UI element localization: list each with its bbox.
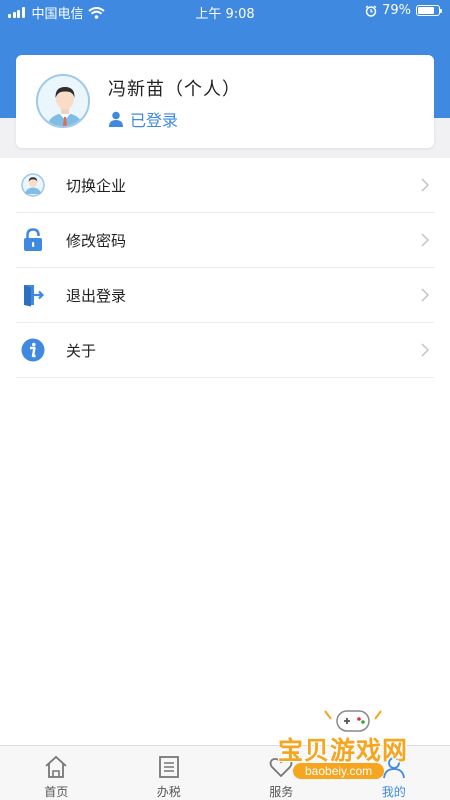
menu-item-switch-company[interactable]: 切换企业 — [16, 158, 434, 213]
status-right: 79% — [365, 3, 442, 18]
chevron-right-icon — [421, 288, 430, 302]
user-icon — [109, 111, 123, 127]
info-icon — [20, 337, 46, 363]
lock-icon — [20, 227, 46, 253]
user-name: 冯新苗（个人） — [108, 79, 241, 100]
menu-label: 修改密码 — [66, 231, 127, 250]
menu-label: 切换企业 — [66, 176, 127, 195]
chevron-right-icon — [421, 343, 430, 357]
battery-percent: 79% — [382, 3, 411, 18]
menu-label: 退出登录 — [66, 286, 127, 305]
tab-mine[interactable]: 我的 — [338, 746, 450, 800]
chevron-right-icon — [421, 233, 430, 247]
tab-label: 我的 — [381, 785, 406, 799]
menu-item-logout[interactable]: 退出登录 — [16, 268, 434, 323]
login-status-label: 已登录 — [130, 111, 179, 130]
battery-fill — [418, 7, 434, 14]
list-icon — [158, 756, 179, 778]
tab-label: 首页 — [44, 785, 69, 799]
tab-service[interactable]: 服务 — [225, 746, 338, 800]
tab-label: 服务 — [269, 785, 294, 799]
menu-item-about[interactable]: 关于 — [16, 323, 434, 378]
tab-tax[interactable]: 办税 — [113, 746, 226, 800]
tab-label: 办税 — [156, 785, 181, 799]
status-bar: 中国电信 上午 9:08 79% — [0, 0, 450, 22]
logout-door-icon — [20, 282, 46, 308]
home-icon — [45, 755, 67, 778]
person-avatar-icon — [38, 76, 88, 126]
user-avatar-icon — [20, 172, 46, 198]
alarm-icon — [365, 4, 377, 17]
tab-home[interactable]: 首页 — [0, 746, 113, 800]
login-status: 已登录 — [108, 107, 178, 131]
bottom-tab-bar: 首页 办税 服务 我的 — [0, 745, 450, 800]
heart-icon — [269, 757, 293, 778]
menu-label: 关于 — [66, 341, 97, 360]
profile-icon — [382, 757, 405, 779]
menu-item-change-password[interactable]: 修改密码 — [16, 213, 434, 268]
chevron-right-icon — [421, 178, 430, 192]
battery-icon — [416, 5, 442, 16]
profile-card[interactable]: 冯新苗（个人） 已登录 — [16, 55, 434, 148]
settings-menu: 切换企业 修改密码 退出登录 关于 — [16, 158, 434, 378]
gamepad-icon — [324, 710, 382, 732]
avatar[interactable] — [36, 74, 90, 128]
